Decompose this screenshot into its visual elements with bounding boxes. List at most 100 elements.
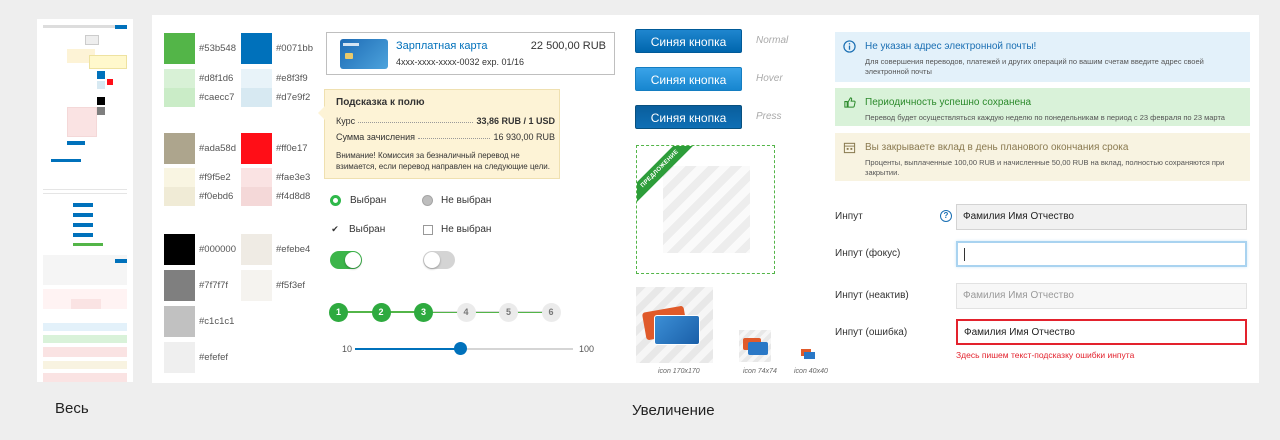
step-5[interactable]: 5 (499, 303, 518, 322)
alert-success: Периодичность успешно сохранена Перевод … (835, 88, 1250, 126)
color-swatch (241, 133, 272, 164)
tooltip-rate-label: Курс (336, 116, 356, 126)
radio-unselected[interactable]: Не выбран (422, 195, 491, 206)
card-icon-170 (636, 287, 713, 363)
color-swatch (164, 187, 195, 206)
calendar-icon (843, 142, 856, 154)
input-error-hint: Здесь пишем текст-подсказку ошибки инпут… (956, 350, 1135, 360)
tooltip-rate-value: 33,86 RUB / 1 USD (476, 116, 555, 126)
radio-unselected-indicator (422, 195, 433, 206)
caption-zoom: Увеличение (632, 402, 715, 419)
radio-selected[interactable]: Выбран (330, 195, 386, 206)
info-icon (843, 40, 856, 53)
color-swatch-label: #53b548 (199, 43, 236, 54)
card-account-selector[interactable]: Зарплатная карта 22 500,00 RUB 4xxx-xxxx… (326, 32, 615, 75)
step-4[interactable]: 4 (456, 303, 476, 322)
step-1[interactable]: 1 (329, 303, 348, 322)
input-label-disabled: Инпут (неактив) (835, 290, 909, 301)
alert-success-title: Периодичность успешно сохранена (865, 97, 1032, 108)
card-name: Зарплатная карта (396, 40, 488, 52)
input-default[interactable]: Фамилия Имя Отчество (956, 204, 1247, 230)
tooltip-note: Внимание! Комиссия за безналичный перево… (336, 151, 550, 171)
button-state-press: Press (756, 111, 782, 122)
checkmark-icon: ✔ (330, 223, 340, 235)
color-swatch (241, 88, 272, 107)
color-swatch-label: #000000 (199, 244, 236, 255)
field-tooltip: Подсказка к полю Курс 33,86 RUB / 1 USD С… (318, 89, 560, 179)
slider-track[interactable] (355, 342, 573, 355)
tooltip-title: Подсказка к полю (336, 97, 425, 108)
color-swatch-label: #ada58d (199, 143, 236, 154)
step-6[interactable]: 6 (541, 303, 561, 322)
input-error[interactable]: Фамилия Имя Отчество (956, 319, 1247, 345)
color-swatch (164, 270, 195, 301)
checkbox-checked-label: Выбран (349, 224, 386, 235)
button-state-normal: Normal (756, 35, 789, 46)
step-2[interactable]: 2 (371, 303, 391, 322)
radio-selected-label: Выбран (350, 195, 387, 206)
radio-selected-indicator (330, 195, 341, 206)
color-swatch-label: #c1c1c1 (199, 316, 235, 327)
slider-min: 10 (342, 344, 353, 354)
card-icon-74 (739, 330, 771, 362)
tooltip-credit-label: Сумма зачисления (336, 132, 416, 142)
color-swatch (241, 270, 272, 301)
blue-button-hover[interactable]: Синяя кнопка (635, 67, 742, 91)
icon-label-40: icon 40x40 (794, 368, 828, 375)
color-swatch-label: #fae3e3 (276, 172, 311, 183)
color-swatch-label: #d8f1d6 (199, 73, 234, 84)
color-swatch-label: #f4d8d8 (276, 191, 311, 202)
checkbox-checked[interactable]: ✔ Выбран (330, 224, 385, 235)
step-3[interactable]: 3 (414, 303, 433, 322)
color-swatch-label: #caecc7 (199, 92, 235, 103)
bank-card-icon (340, 39, 388, 69)
input-label-focus: Инпут (фокус) (835, 248, 901, 259)
color-swatch (164, 69, 195, 88)
checkbox-unchecked[interactable]: Не выбран (423, 224, 491, 235)
color-swatch (241, 69, 272, 88)
color-swatch-label: #ff0e17 (276, 143, 308, 154)
color-swatch-label: #f5f3ef (276, 280, 306, 291)
blue-button-normal[interactable]: Синяя кнопка (635, 29, 742, 53)
alert-success-desc: Перевод будет осуществляться каждую неде… (865, 113, 1225, 122)
color-swatch (164, 168, 195, 187)
card-number: 4xxx-xxxx-xxxx-0032 exp. 01/16 (396, 57, 525, 67)
color-swatch-label: #efefef (199, 352, 229, 363)
color-swatch (241, 33, 272, 64)
alert-info-title: Не указан адрес электронной почты! (865, 41, 1037, 52)
color-swatch (164, 33, 195, 64)
image-placeholder (663, 166, 750, 253)
alert-warning: Вы закрываете вклад в день планового око… (835, 133, 1250, 181)
alert-info-desc: Для совершения переводов, платежей и дру… (865, 57, 1204, 76)
color-swatch-label: #0071bb (276, 43, 313, 54)
card-amount: 22 500,00 RUB (530, 40, 606, 52)
toggle-on[interactable] (330, 251, 362, 269)
color-swatch (241, 187, 272, 206)
caption-full: Весь (55, 400, 89, 417)
color-swatch-label: #efebe4 (276, 244, 311, 255)
button-state-hover: Hover (756, 73, 783, 84)
ui-kit-zoom-board: #53b548 #0071bb #d8f1d6 #e8f3f9 #caecc7 #d7e9… (152, 15, 1259, 383)
help-icon[interactable]: ? (940, 210, 952, 222)
color-swatch-label: #f9f5e2 (199, 172, 231, 183)
page-overview-thumbnail (37, 19, 133, 382)
tooltip-credit-value: 16 930,00 RUB (493, 132, 555, 142)
checkbox-unchecked-box (423, 224, 433, 235)
toggle-off[interactable] (423, 251, 455, 269)
icon-label-74: icon 74x74 (743, 368, 777, 375)
color-swatch (164, 306, 195, 337)
alert-warning-title: Вы закрываете вклад в день планового око… (865, 142, 1129, 153)
color-swatch (164, 133, 195, 164)
radio-unselected-label: Не выбран (441, 195, 492, 206)
color-swatch (164, 234, 195, 265)
checkbox-unchecked-label: Не выбран (441, 224, 492, 235)
blue-button-press[interactable]: Синяя кнопка (635, 105, 742, 129)
color-swatch-label: #7f7f7f (199, 280, 229, 291)
thumbs-up-icon (844, 97, 856, 108)
text-caret (964, 248, 965, 261)
slider-max: 100 (579, 344, 595, 354)
color-swatch (241, 168, 272, 187)
slider-handle[interactable] (453, 342, 467, 355)
input-focus[interactable] (956, 241, 1247, 267)
color-swatch-label: #f0ebd6 (199, 191, 234, 202)
